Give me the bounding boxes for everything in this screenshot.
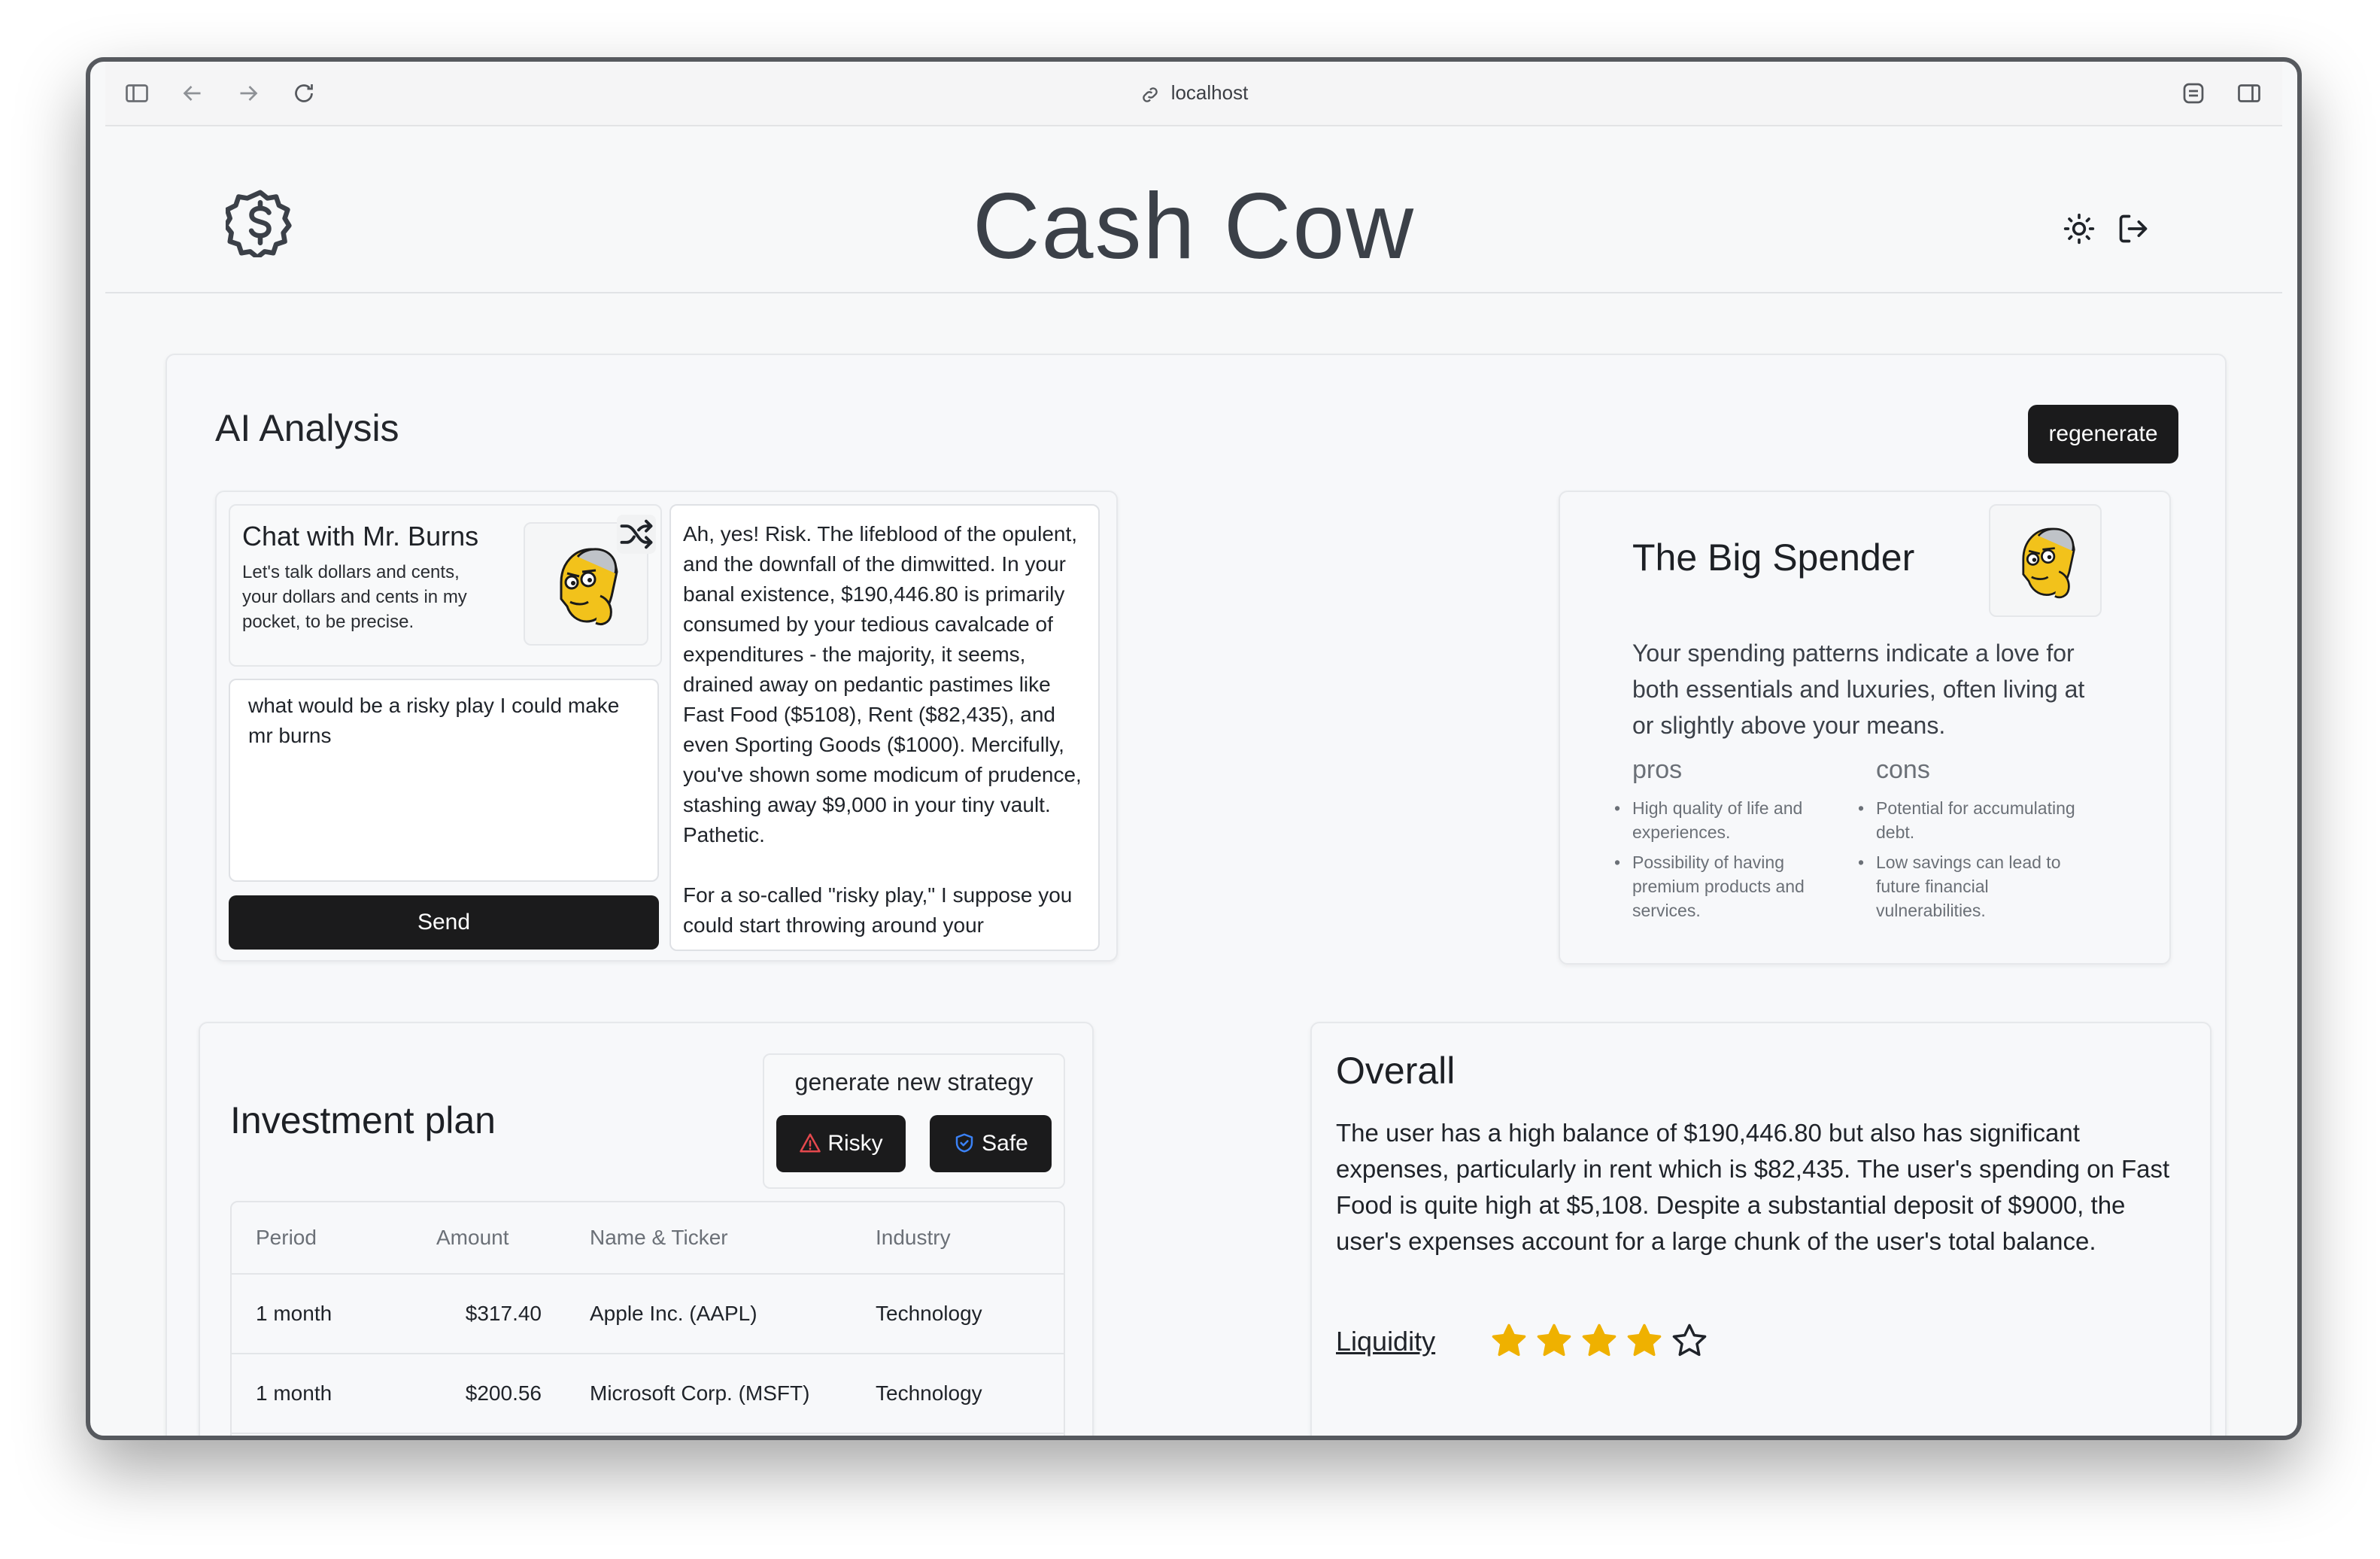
- strategy-panel: generate new strategy Risky Safe: [763, 1053, 1065, 1189]
- amount-cell: $317.40: [412, 1274, 566, 1354]
- star-empty-icon[interactable]: [1670, 1321, 1709, 1360]
- star-filled-icon[interactable]: [1580, 1321, 1619, 1360]
- overall-card: Overall The user has a high balance of $…: [1310, 1022, 2212, 1436]
- cons-list: Potential for accumulating debt. Low sav…: [1858, 796, 2094, 928]
- risky-label: Risky: [827, 1131, 883, 1156]
- persona-title: The Big Spender: [1632, 536, 1915, 579]
- safe-label: Safe: [982, 1131, 1028, 1156]
- investment-plan-card: Investment plan generate new strategy Ri…: [199, 1022, 1094, 1436]
- page: Cash Cow AI Analysis regenerate Chat wit…: [105, 126, 2282, 1436]
- table-row[interactable]: 1 month $200.56 Microsoft Corp. (MSFT) T…: [232, 1354, 1064, 1434]
- ticker-cell: Microsoft Corp. (MSFT): [566, 1354, 852, 1434]
- pros-heading: pros: [1632, 755, 1683, 784]
- investment-title: Investment plan: [230, 1099, 496, 1141]
- industry-cell: Technology: [852, 1354, 1064, 1434]
- liquidity-rating: [1489, 1321, 1715, 1363]
- ticker-cell: Apple Inc. (AAPL): [566, 1274, 852, 1354]
- column-header: Amount: [412, 1202, 566, 1275]
- list-item: Potential for accumulating debt.: [1858, 796, 2094, 844]
- url-text: localhost: [1170, 81, 1249, 104]
- sun-icon[interactable]: [2063, 212, 2096, 245]
- app-title: Cash Cow: [973, 175, 1415, 278]
- logout-icon[interactable]: [2117, 212, 2150, 245]
- mr-burns-icon: [2022, 527, 2075, 599]
- strategy-label: generate new strategy: [794, 1068, 1034, 1096]
- chat-panel: Chat with Mr. Burns Let's talk dollars a…: [215, 491, 1118, 962]
- address-bar[interactable]: localhost: [105, 78, 2282, 105]
- list-item: High quality of life and experiences.: [1614, 796, 1850, 844]
- shield-icon: [955, 1133, 973, 1153]
- safe-button[interactable]: Safe: [930, 1115, 1052, 1172]
- link-icon: [1142, 87, 1158, 102]
- column-header: Industry: [852, 1202, 1064, 1275]
- investment-table: Period Amount Name & Ticker Industry 1 m…: [230, 1201, 1065, 1436]
- persona-description: Your spending patterns indicate a love f…: [1632, 640, 2085, 739]
- browser-toolbar: localhost: [105, 62, 2282, 126]
- app-header: Cash Cow: [105, 126, 2282, 293]
- star-filled-icon[interactable]: [1625, 1321, 1664, 1360]
- star-filled-icon[interactable]: [1535, 1321, 1574, 1360]
- chat-input[interactable]: what would be a risky play I could make …: [229, 679, 659, 882]
- column-header: Name & Ticker: [566, 1202, 852, 1275]
- liquidity-link[interactable]: Liquidity: [1336, 1326, 1435, 1357]
- period-cell: 1 month: [232, 1274, 412, 1354]
- warning-icon: [800, 1133, 821, 1153]
- persona-card: The Big Spender Your spending patterns i…: [1559, 491, 2171, 965]
- split-view-icon[interactable]: [2236, 80, 2263, 107]
- star-filled-icon[interactable]: [1489, 1321, 1528, 1360]
- shuffle-icon[interactable]: [617, 515, 656, 554]
- pros-list: High quality of life and experiences. Po…: [1614, 796, 1850, 928]
- ai-analysis-title: AI Analysis: [215, 407, 399, 449]
- regenerate-button[interactable]: regenerate: [2028, 405, 2178, 463]
- list-item: Low savings can lead to future financial…: [1858, 850, 2094, 922]
- period-cell: 1 month: [232, 1354, 412, 1434]
- extensions-icon[interactable]: [2180, 80, 2207, 107]
- send-button[interactable]: Send: [229, 895, 659, 950]
- industry-cell: Technology: [852, 1274, 1064, 1354]
- browser-window: localhost Cash Cow AI Analysis regenerat…: [86, 57, 2302, 1440]
- cons-heading: cons: [1876, 755, 1930, 784]
- overall-text: The user has a high balance of $190,446.…: [1336, 1119, 2170, 1255]
- table-header-row: Period Amount Name & Ticker Industry: [232, 1202, 1064, 1275]
- chat-reply[interactable]: Ah, yes! Risk. The lifeblood of the opul…: [669, 504, 1100, 951]
- column-header: Period: [232, 1202, 412, 1275]
- list-item: Possibility of having premium products a…: [1614, 850, 1850, 922]
- chat-description: Let's talk dollars and cents, your dolla…: [242, 562, 467, 632]
- risky-button[interactable]: Risky: [776, 1115, 906, 1172]
- chat-header: Chat with Mr. Burns Let's talk dollars a…: [229, 504, 662, 667]
- amount-cell: $200.56: [412, 1354, 566, 1434]
- persona-avatar: [1989, 504, 2102, 617]
- overall-title: Overall: [1336, 1050, 1456, 1092]
- table-row[interactable]: 1 month $317.40 Apple Inc. (AAPL) Techno…: [232, 1274, 1064, 1354]
- chat-title: Chat with Mr. Burns: [242, 521, 479, 552]
